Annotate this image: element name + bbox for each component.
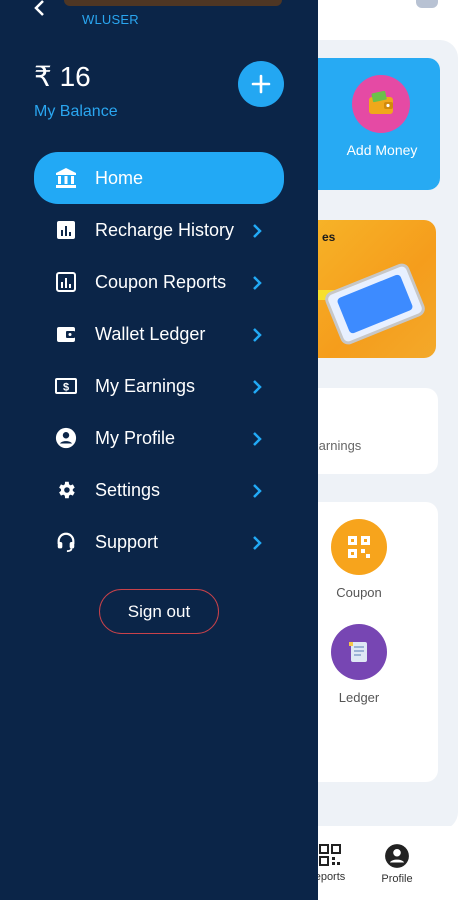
chevron-right-icon: [253, 224, 262, 238]
plus-icon: [251, 74, 271, 94]
sign-out-button[interactable]: Sign out: [99, 589, 219, 634]
account-icon: [54, 426, 78, 450]
wallet-icon: [54, 322, 78, 346]
menu-item-label: Home: [95, 167, 144, 188]
chevron-right-icon: [253, 484, 262, 498]
phone-illustration: [322, 261, 428, 347]
menu-item-support[interactable]: Support: [34, 516, 284, 568]
promo-banner[interactable]: es: [300, 220, 436, 358]
nav-profile-label: Profile: [381, 873, 413, 885]
bank-icon: [54, 166, 78, 190]
chevron-right-icon: [253, 380, 262, 394]
report-icon: [54, 270, 78, 294]
notification-icon[interactable]: [416, 0, 438, 8]
chevron-right-icon: [253, 536, 262, 550]
cash-icon: $: [54, 374, 78, 398]
menu-item-label: My Earnings: [95, 375, 196, 396]
coupon-label: Coupon: [336, 585, 382, 600]
menu-item-label: Wallet Ledger: [95, 323, 206, 344]
balance-label: My Balance: [34, 103, 118, 120]
navigation-drawer: WLUSER ₹ 16 My Balance Home Recharge His…: [0, 0, 318, 900]
wallet-icon: [352, 75, 410, 133]
menu-item-coupon-reports[interactable]: Coupon Reports: [34, 256, 284, 308]
qr-code-icon: [319, 844, 341, 866]
chevron-right-icon: [253, 276, 262, 290]
menu-item-wallet-ledger[interactable]: Wallet Ledger: [34, 308, 284, 360]
add-money-label: Add Money: [346, 142, 418, 158]
menu-item-my-profile[interactable]: My Profile: [34, 412, 284, 464]
add-money-button[interactable]: [238, 61, 284, 107]
headset-icon: [54, 530, 78, 554]
chevron-right-icon: [253, 328, 262, 342]
menu-item-home[interactable]: Home: [34, 152, 284, 204]
username: WLUSER: [82, 12, 139, 27]
qr-code-icon[interactable]: [331, 519, 387, 575]
ledger-label: Ledger: [338, 690, 380, 705]
menu-item-recharge-history[interactable]: Recharge History: [34, 204, 284, 256]
back-icon[interactable]: [28, 0, 52, 20]
menu-item-label: Support: [95, 531, 159, 552]
banner-text-fragment: es: [322, 230, 336, 244]
drawer-menu: Home Recharge History Coupon Reports Wal…: [34, 152, 284, 568]
menu-item-label: Recharge History: [95, 219, 235, 240]
nav-profile[interactable]: Profile: [370, 843, 424, 885]
menu-item-my-earnings[interactable]: $ My Earnings: [34, 360, 284, 412]
menu-item-label: Settings: [95, 479, 161, 500]
menu-item-settings[interactable]: Settings: [34, 464, 284, 516]
gear-icon: [54, 478, 78, 502]
menu-item-label: My Profile: [95, 427, 176, 448]
svg-text:$: $: [63, 382, 69, 394]
ledger-icon[interactable]: [331, 624, 387, 680]
nav-reports-label: eports: [314, 871, 346, 883]
earnings-card[interactable]: [300, 388, 438, 474]
account-circle-icon: [385, 844, 409, 868]
balance-amount: ₹ 16: [34, 61, 91, 92]
menu-item-label: Coupon Reports: [95, 271, 227, 292]
chevron-right-icon: [253, 432, 262, 446]
chart-icon: [54, 218, 78, 242]
logo: [64, 0, 282, 6]
